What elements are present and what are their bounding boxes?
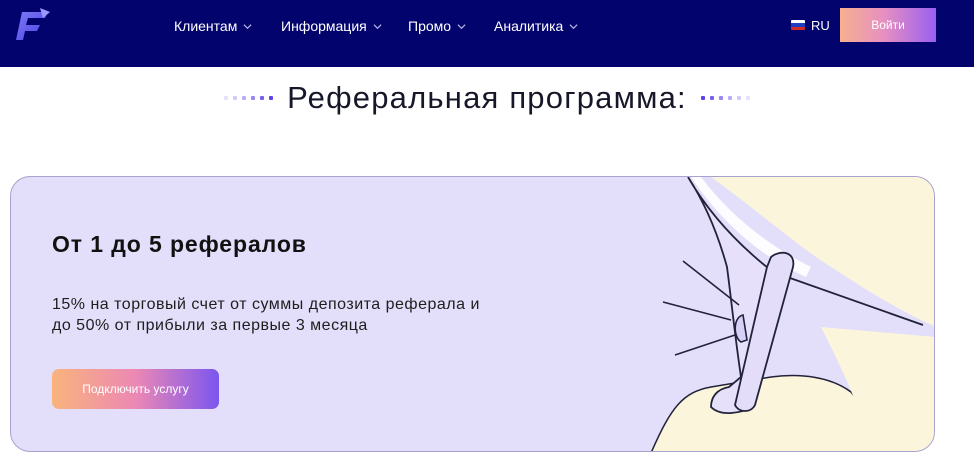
card-description: 15% на торговый счет от суммы депозита р… [52, 294, 522, 336]
decorative-dots-left [224, 96, 274, 100]
russia-flag-icon [791, 20, 805, 30]
nav-item-label: Промо [408, 18, 452, 34]
description-line: 15% на торговый счет от суммы депозита р… [52, 296, 480, 313]
section-heading: Реферальная программа: [0, 78, 974, 118]
language-selector[interactable]: RU [791, 16, 830, 34]
nav-item-label: Клиентам [174, 18, 238, 34]
language-label: RU [811, 17, 830, 33]
chevron-down-icon [243, 23, 252, 29]
top-navigation-bar: Клиентам Информация Промо Аналитика RU В… [0, 0, 974, 67]
description-line: до 50% от прибыли за первые 3 месяца [52, 317, 368, 334]
connect-service-button[interactable]: Подключить услугу [52, 369, 219, 409]
nav-item-label: Аналитика [494, 18, 564, 34]
nav-item-label: Информация [281, 18, 367, 34]
login-button[interactable]: Войти [840, 8, 936, 42]
nav-item-analytics[interactable]: Аналитика [494, 17, 578, 35]
decorative-dots-right [700, 96, 750, 100]
f-arrow-logo-icon[interactable] [10, 6, 52, 44]
nav-item-clients[interactable]: Клиентам [174, 17, 252, 35]
nav-item-information[interactable]: Информация [281, 17, 382, 35]
referral-tier-card: От 1 до 5 рефералов 15% на торговый счет… [10, 176, 935, 452]
page-title: Реферальная программа: [287, 80, 687, 115]
card-title: От 1 до 5 рефералов [52, 231, 307, 257]
chevron-down-icon [457, 23, 466, 29]
nav-item-promo[interactable]: Промо [408, 17, 466, 35]
chevron-down-icon [373, 23, 382, 29]
chevron-down-icon [569, 23, 578, 29]
